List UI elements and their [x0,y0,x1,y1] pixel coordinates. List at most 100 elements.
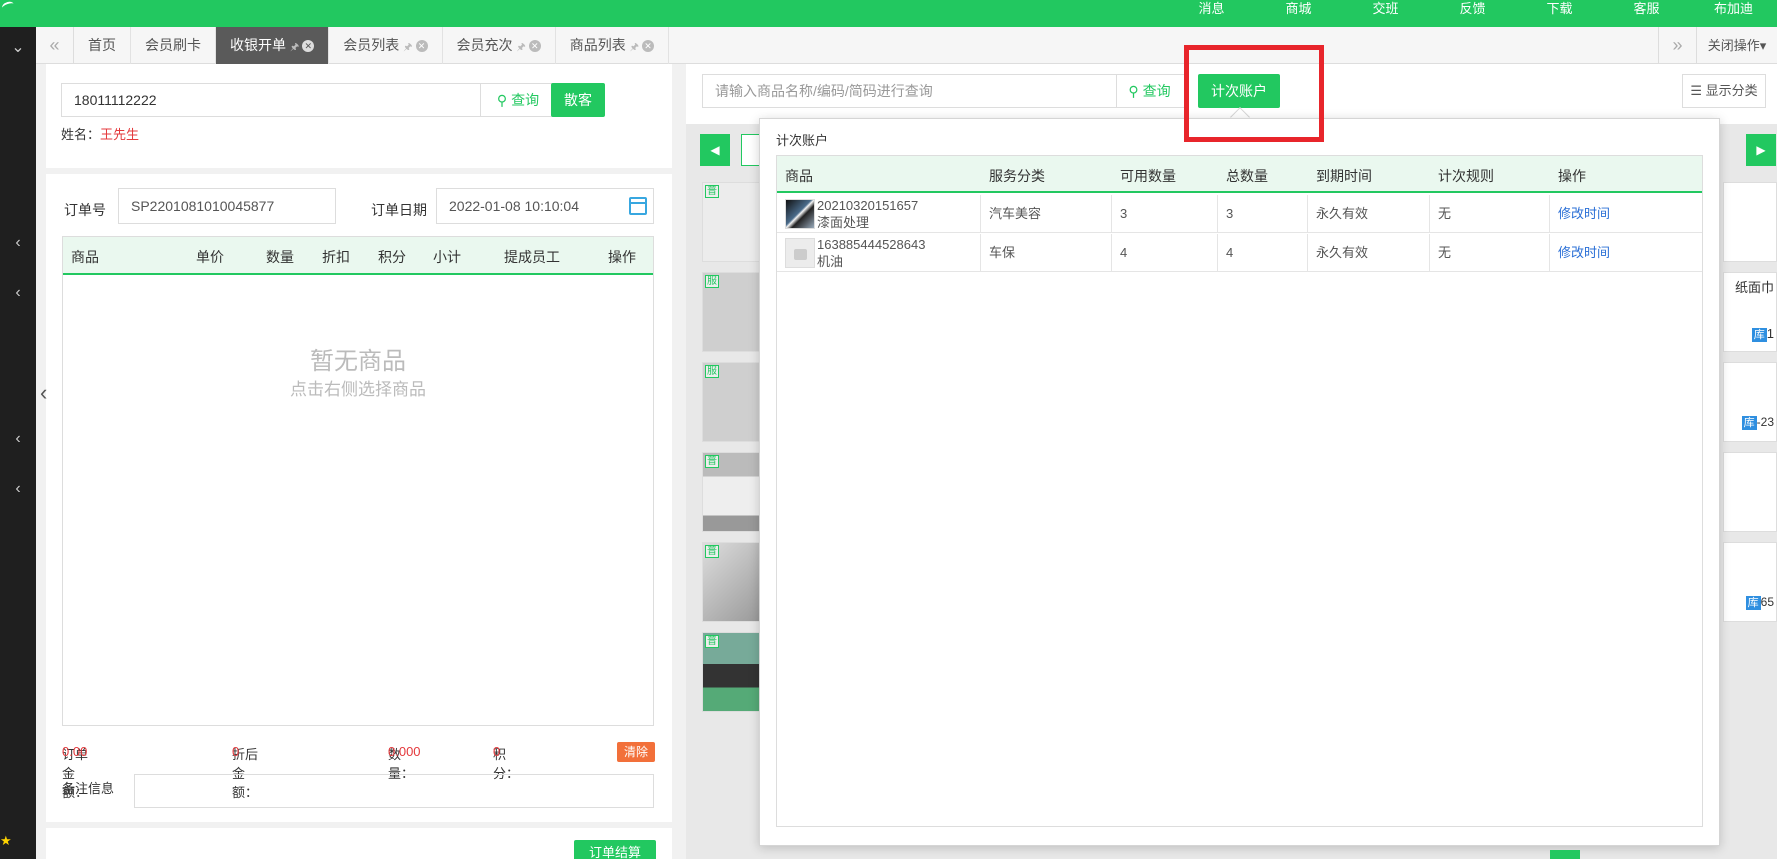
pin-icon[interactable]: 🖈 [517,42,526,53]
topnav-shift[interactable]: 交班 [1342,0,1429,27]
goods-type-tag: 普 [705,545,719,558]
pin-icon[interactable]: 🖈 [403,42,412,53]
settle-order-button[interactable]: 订单结算 [574,840,656,859]
star-icon[interactable]: ★ [0,833,12,849]
goods-name: 纸面巾 [1734,280,1774,295]
action-cell: 修改时间 [1550,195,1702,233]
double-chevron-left-icon[interactable]: « [36,27,74,64]
collapse-left-icon[interactable]: ‹ [40,380,47,406]
goods-card[interactable]: 库 -23 [1723,362,1777,442]
top-nav: 消息 商城 交班 反馈 下载 客服 布加迪 [1168,0,1777,27]
pin-icon[interactable]: 🖈 [630,42,639,53]
goods-card[interactable]: 库 65 [1723,542,1777,622]
goods-query-button[interactable]: ⚲ 查询 [1114,74,1186,108]
goods-cell: 163885444528643 机油 [777,234,981,272]
topnav-user[interactable]: 布加迪 [1690,0,1777,27]
member-phone-input[interactable]: 18011112222 [61,83,481,117]
chevron-down-icon[interactable]: ⌄ [0,37,36,57]
member-query-button[interactable]: ⚲ 查询 [481,83,556,117]
stock-qty: 65 [1760,595,1774,609]
goods-card[interactable]: 普 [702,632,762,712]
order-box: 订单号 SP2201081010045877 订单日期 2022-01-08 1… [46,174,672,822]
goods-name: 漆面处理 [817,215,870,230]
available-cell: 3 [1112,195,1218,233]
column-header: 折扣 [322,249,350,265]
list-icon: ☰ [1690,83,1702,98]
count-account-button[interactable]: 计次账户 [1198,74,1280,108]
column-header: 可用数量 [1120,168,1176,184]
edit-time-link[interactable]: 修改时间 [1558,206,1610,221]
tab-cashier[interactable]: 收银开单 🖈 ✕ [216,27,330,64]
column-header: 商品 [785,168,813,184]
goods-card[interactable]: 普 [702,542,762,622]
clear-button[interactable]: 清除 [617,742,655,762]
goods-card[interactable]: 普 [702,182,762,262]
remark-input[interactable] [134,774,654,808]
close-icon[interactable]: ✕ [302,40,315,52]
tab-member-card[interactable]: 会员刷卡 [131,27,216,64]
query-label: 查询 [511,92,540,108]
pager-button[interactable] [1550,850,1580,859]
goods-card[interactable]: 纸面巾库 1 [1723,272,1777,352]
remark-label: 备注信息 [62,781,115,796]
rule-cell: 无 [1430,234,1550,272]
show-category-button[interactable]: ☰ 显示分类 [1682,74,1766,108]
column-header: 积分 [378,249,406,265]
order-date-field[interactable]: 2022-01-08 10:10:04 [436,188,654,224]
tab-label: 收银开单 [230,37,286,53]
goods-card[interactable] [1723,182,1777,262]
logo-icon [0,0,16,12]
action-cell: 修改时间 [1550,234,1702,272]
tab-member-list[interactable]: 会员列表 🖈 ✕ [329,27,443,64]
topnav-feedback[interactable]: 反馈 [1429,0,1516,27]
goods-name: 机油 [817,254,844,269]
topnav-messages[interactable]: 消息 [1168,0,1255,27]
search-icon: ⚲ [1128,83,1139,99]
edit-time-link[interactable]: 修改时间 [1558,245,1610,260]
double-chevron-right-icon[interactable]: » [1658,27,1696,64]
tab-member-recharge[interactable]: 会员充次 🖈 ✕ [443,27,556,64]
tab-label: 会员刷卡 [145,37,201,53]
close-icon[interactable]: ✕ [642,40,654,52]
close-icon[interactable]: ✕ [528,40,541,52]
walk-in-customer-button[interactable]: 散客 [551,83,605,117]
prev-category-button[interactable]: ◀ [700,134,730,166]
chevron-left-icon[interactable]: ‹ [0,234,36,252]
bag-icon [785,238,815,268]
column-header: 提成员工 [504,249,560,265]
tab-home[interactable]: 首页 [74,27,131,64]
order-number-field[interactable]: SP2201081010045877 [118,188,336,224]
goods-card[interactable]: 服 [702,272,762,352]
count-account-table: 商品 服务分类 可用数量 总数量 到期时间 计次规则 操作 2021032015… [776,155,1703,827]
goods-type-tag: 普 [705,185,719,198]
points-value: 0 [493,744,501,759]
chevron-left-icon[interactable]: ‹ [0,284,36,302]
topnav-mall[interactable]: 商城 [1255,0,1342,27]
search-icon: ⚲ [496,92,508,108]
goods-card[interactable] [1723,452,1777,532]
discounted-amount-value: 0 [232,744,240,759]
sidebar: ⌄ ‹ ‹ ‹ ‹ ★ [0,27,36,859]
calendar-icon[interactable] [629,197,647,215]
category-tab[interactable] [741,134,761,166]
expiry-cell: 永久有效 [1308,195,1430,233]
close-icon[interactable]: ✕ [415,40,428,52]
column-header: 操作 [608,249,636,265]
total-cell: 3 [1218,195,1308,233]
query-label: 查询 [1142,83,1171,99]
goods-search-input[interactable]: 请输入商品名称/编码/简码进行查询 [702,74,1117,108]
table-header: 商品 单价 数量 折扣 积分 小计 提成员工 操作 [63,237,653,275]
goods-card[interactable]: 普 [702,452,762,532]
goods-card[interactable]: 服 [702,362,762,442]
stock-qty: -23 [1756,415,1774,429]
topnav-support[interactable]: 客服 [1603,0,1690,27]
close-operations-dropdown[interactable]: 关闭操作▾ [1696,27,1777,64]
goods-thumbnail [785,199,815,229]
chevron-left-icon[interactable]: ‹ [0,480,36,498]
next-category-button[interactable]: ▶ [1746,134,1776,166]
topnav-download[interactable]: 下载 [1516,0,1603,27]
chevron-left-icon[interactable]: ‹ [0,430,36,448]
rule-cell: 无 [1430,195,1550,233]
tab-goods-list[interactable]: 商品列表 🖈 ✕ [556,27,669,64]
pin-icon[interactable]: 🖈 [290,42,299,53]
